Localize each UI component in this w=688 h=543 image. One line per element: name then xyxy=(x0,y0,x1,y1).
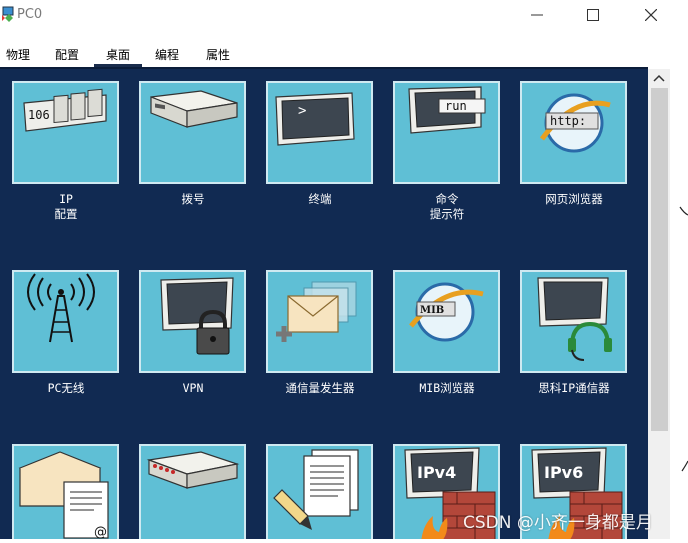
app-label-dialup: 拨号 xyxy=(181,192,205,206)
minimize-icon xyxy=(531,14,543,16)
close-icon xyxy=(645,9,657,21)
email-at-sign: @ xyxy=(94,525,107,539)
svg-text:http:: http: xyxy=(550,114,586,128)
app-pppoe[interactable] xyxy=(139,444,246,539)
window-right-edge xyxy=(670,69,688,539)
ip-config-icon: 106 xyxy=(23,88,107,132)
email-icon: @ xyxy=(18,451,109,539)
app-label-vpn: VPN xyxy=(182,381,204,395)
tab-attributes[interactable]: 属性 xyxy=(206,46,230,63)
maximize-button[interactable] xyxy=(570,0,616,30)
app-label-command-prompt-line2: 提示符 xyxy=(429,207,465,221)
tab-bar: 物理 配置 桌面 编程 属性 xyxy=(0,43,243,67)
app-label-mib-browser: MIB浏览器 xyxy=(419,381,475,395)
app-email[interactable]: @ xyxy=(12,444,119,539)
tab-physical[interactable]: 物理 xyxy=(6,46,30,63)
app-label-terminal: 终端 xyxy=(308,192,332,206)
mib-browser-icon: MIB xyxy=(409,282,484,342)
wireless-tower-icon xyxy=(27,273,95,343)
app-label-pc-wireless: PC无线 xyxy=(47,381,85,395)
ip-communicator-icon xyxy=(537,277,612,361)
tab-programming[interactable]: 编程 xyxy=(155,46,179,63)
svg-text:MIB: MIB xyxy=(420,305,444,316)
minimize-button[interactable] xyxy=(514,0,560,30)
scroll-up-button[interactable] xyxy=(649,70,669,88)
chevron-up-icon xyxy=(653,74,665,82)
desktop-panel: 106 IP 配置 拨号 > 终端 run 命令 提示符 http: 网页浏览器… xyxy=(0,69,648,539)
app-ip-communicator[interactable] xyxy=(520,270,627,373)
app-terminal[interactable]: > xyxy=(266,81,373,184)
web-browser-icon: http: xyxy=(539,93,611,153)
app-label-traffic-generator: 通信量发生器 xyxy=(285,381,355,395)
pppoe-dialer-icon xyxy=(146,451,240,489)
app-pc-wireless[interactable] xyxy=(12,270,119,373)
app-label-ip-config-line1: IP xyxy=(59,192,73,206)
app-text-editor[interactable] xyxy=(266,444,373,539)
dialup-modem-icon xyxy=(150,90,238,128)
svg-text:IPv6: IPv6 xyxy=(544,463,583,482)
app-label-command-prompt-line1: 命令 xyxy=(435,192,459,206)
svg-text:>: > xyxy=(298,103,306,119)
svg-text:run: run xyxy=(445,99,467,113)
tab-desktop[interactable]: 桌面 xyxy=(93,46,143,67)
terminal-icon: > xyxy=(275,92,355,146)
maximize-icon xyxy=(587,9,599,21)
window-title: PC0 xyxy=(17,7,43,22)
scroll-thumb[interactable] xyxy=(651,88,668,431)
tab-config[interactable]: 配置 xyxy=(55,46,79,63)
app-label-ip-config: IP 配置 xyxy=(3,192,129,222)
close-button[interactable] xyxy=(628,0,674,30)
app-label-ip-communicator: 思科IP通信器 xyxy=(538,381,610,395)
watermark: CSDN @小齐一身都是月 xyxy=(463,513,653,533)
app-command-prompt[interactable]: run xyxy=(393,81,500,184)
app-ip-config[interactable]: 106 xyxy=(12,81,119,184)
traffic-generator-icon xyxy=(276,281,357,342)
pc-app-icon xyxy=(2,6,14,22)
title-bar: PC0 xyxy=(0,0,688,32)
command-prompt-icon: run xyxy=(408,86,486,134)
app-label-web-browser: 网页浏览器 xyxy=(545,192,603,206)
app-traffic-generator[interactable] xyxy=(266,270,373,373)
vpn-lock-icon xyxy=(160,277,234,355)
app-mib-browser[interactable]: MIB xyxy=(393,270,500,373)
svg-text:IPv4: IPv4 xyxy=(417,463,456,482)
background-curve-fragment xyxy=(679,206,688,472)
svg-text:106: 106 xyxy=(28,108,50,122)
app-web-browser[interactable]: http: xyxy=(520,81,627,184)
app-vpn[interactable] xyxy=(139,270,246,373)
app-dialup[interactable] xyxy=(139,81,246,184)
app-label-ip-config-line2: 配置 xyxy=(54,207,78,221)
text-editor-icon xyxy=(273,449,359,530)
app-label-command-prompt: 命令 提示符 xyxy=(384,192,510,222)
